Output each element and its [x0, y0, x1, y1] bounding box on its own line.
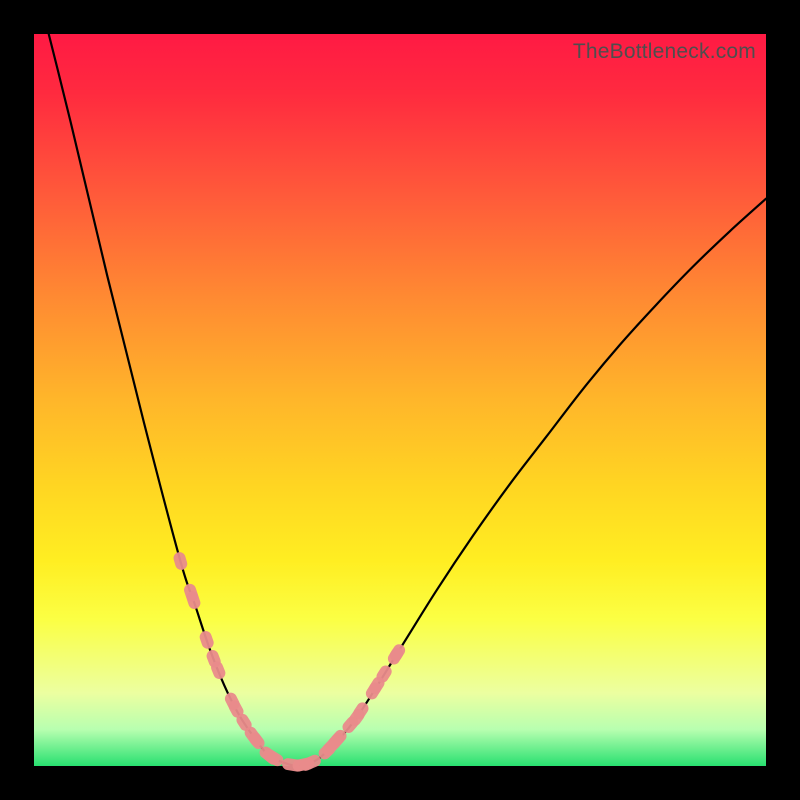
curve-markers — [172, 551, 407, 773]
curve-marker — [172, 551, 189, 572]
curve-marker — [198, 629, 215, 650]
curve-layer — [34, 34, 766, 766]
chart-frame: TheBottleneck.com — [0, 0, 800, 800]
plot-area: TheBottleneck.com — [34, 34, 766, 766]
